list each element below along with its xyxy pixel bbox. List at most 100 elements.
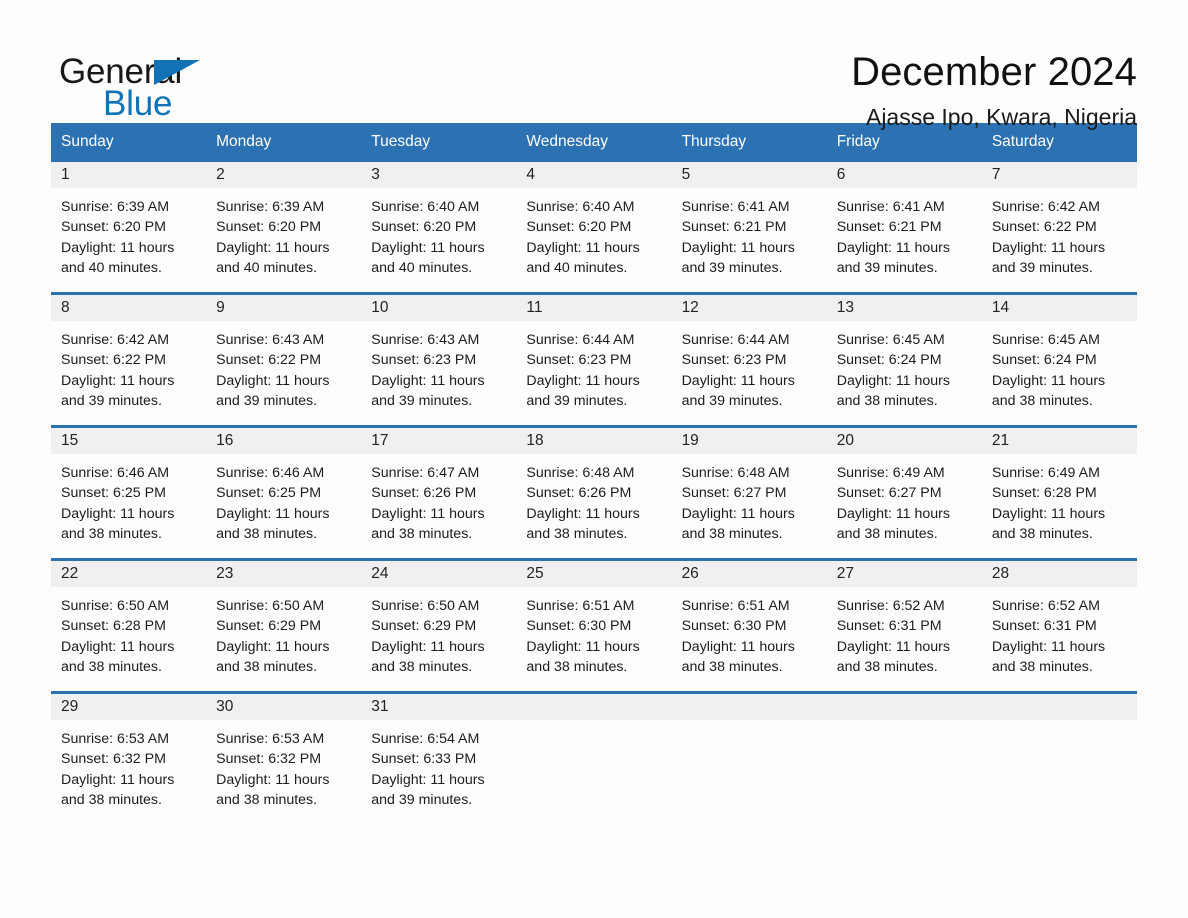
sunrise-text: Sunrise: 6:39 AM bbox=[216, 199, 325, 215]
day-number bbox=[516, 694, 672, 720]
day-details: Sunrise: 6:44 AM Sunset: 6:23 PM Dayligh… bbox=[516, 321, 671, 425]
day-cell[interactable]: 4 Sunrise: 6:40 AM Sunset: 6:20 PM Dayli… bbox=[516, 162, 672, 294]
day-details: Sunrise: 6:43 AM Sunset: 6:23 PM Dayligh… bbox=[361, 321, 516, 425]
day-cell[interactable]: 3 Sunrise: 6:40 AM Sunset: 6:20 PM Dayli… bbox=[361, 162, 517, 294]
day-details: Sunrise: 6:46 AM Sunset: 6:25 PM Dayligh… bbox=[51, 454, 206, 558]
sunrise-text: Sunrise: 6:48 AM bbox=[526, 465, 635, 481]
daylight-text-line1: Daylight: 11 hours bbox=[216, 771, 330, 788]
daylight-text-line2: and 38 minutes. bbox=[681, 658, 783, 675]
day-details: Sunrise: 6:39 AM Sunset: 6:20 PM Dayligh… bbox=[206, 188, 361, 292]
day-cell[interactable]: 22 Sunrise: 6:50 AM Sunset: 6:28 PM Dayl… bbox=[51, 558, 207, 693]
day-cell[interactable]: 12 Sunrise: 6:44 AM Sunset: 6:23 PM Dayl… bbox=[671, 292, 827, 427]
daylight-text-line1: Daylight: 11 hours bbox=[681, 239, 795, 256]
day-details: Sunrise: 6:53 AM Sunset: 6:32 PM Dayligh… bbox=[51, 720, 206, 824]
day-number: 31 bbox=[361, 694, 517, 720]
day-number: 11 bbox=[516, 295, 672, 321]
day-cell[interactable]: 25 Sunrise: 6:51 AM Sunset: 6:30 PM Dayl… bbox=[516, 558, 672, 693]
week-row: 22 Sunrise: 6:50 AM Sunset: 6:28 PM Dayl… bbox=[51, 558, 1137, 693]
daylight-text-line1: Daylight: 11 hours bbox=[526, 638, 640, 655]
day-details: Sunrise: 6:54 AM Sunset: 6:33 PM Dayligh… bbox=[361, 720, 516, 824]
day-cell[interactable]: 13 Sunrise: 6:45 AM Sunset: 6:24 PM Dayl… bbox=[826, 292, 982, 427]
daylight-text-line1: Daylight: 11 hours bbox=[216, 505, 330, 522]
week-row: 1 Sunrise: 6:39 AM Sunset: 6:20 PM Dayli… bbox=[51, 162, 1137, 294]
day-number: 26 bbox=[671, 561, 827, 587]
sunrise-text: Sunrise: 6:42 AM bbox=[991, 199, 1100, 215]
day-cell-empty bbox=[671, 691, 827, 824]
day-cell[interactable]: 23 Sunrise: 6:50 AM Sunset: 6:29 PM Dayl… bbox=[206, 558, 362, 693]
daylight-text-line1: Daylight: 11 hours bbox=[61, 372, 175, 389]
sunrise-text: Sunrise: 6:40 AM bbox=[526, 199, 635, 215]
day-cell[interactable]: 6 Sunrise: 6:41 AM Sunset: 6:21 PM Dayli… bbox=[826, 162, 982, 294]
day-cell[interactable]: 16 Sunrise: 6:46 AM Sunset: 6:25 PM Dayl… bbox=[206, 425, 362, 560]
day-cell[interactable]: 20 Sunrise: 6:49 AM Sunset: 6:27 PM Dayl… bbox=[826, 425, 982, 560]
day-details: Sunrise: 6:50 AM Sunset: 6:29 PM Dayligh… bbox=[361, 587, 516, 691]
weekday-header-monday: Monday bbox=[206, 123, 362, 162]
day-cell[interactable]: 19 Sunrise: 6:48 AM Sunset: 6:27 PM Dayl… bbox=[671, 425, 827, 560]
day-number: 3 bbox=[361, 162, 517, 188]
day-details: Sunrise: 6:47 AM Sunset: 6:26 PM Dayligh… bbox=[361, 454, 516, 558]
day-cell[interactable]: 26 Sunrise: 6:51 AM Sunset: 6:30 PM Dayl… bbox=[671, 558, 827, 693]
day-cell[interactable]: 10 Sunrise: 6:43 AM Sunset: 6:23 PM Dayl… bbox=[361, 292, 517, 427]
day-cell[interactable]: 9 Sunrise: 6:43 AM Sunset: 6:22 PM Dayli… bbox=[206, 292, 362, 427]
day-cell[interactable]: 1 Sunrise: 6:39 AM Sunset: 6:20 PM Dayli… bbox=[51, 162, 207, 294]
day-number: 28 bbox=[981, 561, 1137, 587]
daylight-text-line2: and 38 minutes. bbox=[991, 658, 1093, 675]
title-block: December 2024 Ajasse Ipo, Kwara, Nigeria bbox=[851, 48, 1137, 130]
day-cell[interactable]: 31 Sunrise: 6:54 AM Sunset: 6:33 PM Dayl… bbox=[361, 691, 517, 824]
day-cell[interactable]: 7 Sunrise: 6:42 AM Sunset: 6:22 PM Dayli… bbox=[981, 162, 1137, 294]
daylight-text-line2: and 39 minutes. bbox=[681, 259, 783, 276]
day-cell[interactable]: 27 Sunrise: 6:52 AM Sunset: 6:31 PM Dayl… bbox=[826, 558, 982, 693]
day-details: Sunrise: 6:51 AM Sunset: 6:30 PM Dayligh… bbox=[516, 587, 671, 691]
day-cell[interactable]: 17 Sunrise: 6:47 AM Sunset: 6:26 PM Dayl… bbox=[361, 425, 517, 560]
daylight-text-line2: and 39 minutes. bbox=[216, 392, 318, 409]
logo-text-blue: Blue bbox=[103, 84, 173, 123]
daylight-text-line1: Daylight: 11 hours bbox=[526, 372, 640, 389]
day-cell[interactable]: 15 Sunrise: 6:46 AM Sunset: 6:25 PM Dayl… bbox=[51, 425, 207, 560]
day-number: 10 bbox=[361, 295, 517, 321]
daylight-text-line2: and 38 minutes. bbox=[61, 658, 162, 675]
day-number: 7 bbox=[981, 162, 1137, 188]
day-cell[interactable]: 5 Sunrise: 6:41 AM Sunset: 6:21 PM Dayli… bbox=[671, 162, 827, 294]
day-cell[interactable]: 29 Sunrise: 6:53 AM Sunset: 6:32 PM Dayl… bbox=[51, 691, 207, 824]
week-row: 15 Sunrise: 6:46 AM Sunset: 6:25 PM Dayl… bbox=[51, 425, 1137, 560]
daylight-text-line2: and 38 minutes. bbox=[681, 525, 783, 542]
day-cell[interactable]: 11 Sunrise: 6:44 AM Sunset: 6:23 PM Dayl… bbox=[516, 292, 672, 427]
weekday-header-tuesday: Tuesday bbox=[361, 123, 517, 162]
sunrise-text: Sunrise: 6:53 AM bbox=[216, 731, 325, 747]
sunset-text: Sunset: 6:30 PM bbox=[526, 618, 632, 635]
sunrise-text: Sunrise: 6:41 AM bbox=[836, 199, 945, 215]
sunrise-text: Sunrise: 6:46 AM bbox=[61, 465, 170, 481]
page-title: December 2024 bbox=[851, 50, 1137, 94]
day-cell-empty bbox=[516, 691, 672, 824]
calendar-table: Sunday Monday Tuesday Wednesday Thursday… bbox=[51, 123, 1137, 824]
day-details bbox=[672, 720, 827, 824]
daylight-text-line2: and 39 minutes. bbox=[681, 392, 783, 409]
daylight-text-line2: and 38 minutes. bbox=[371, 525, 473, 542]
sunset-text: Sunset: 6:30 PM bbox=[681, 618, 787, 635]
day-cell[interactable]: 18 Sunrise: 6:48 AM Sunset: 6:26 PM Dayl… bbox=[516, 425, 672, 560]
day-cell[interactable]: 14 Sunrise: 6:45 AM Sunset: 6:24 PM Dayl… bbox=[981, 292, 1137, 427]
daylight-text-line1: Daylight: 11 hours bbox=[991, 239, 1106, 256]
daylight-text-line2: and 40 minutes. bbox=[216, 259, 318, 276]
day-details: Sunrise: 6:45 AM Sunset: 6:24 PM Dayligh… bbox=[982, 321, 1137, 425]
week-row: 29 Sunrise: 6:53 AM Sunset: 6:32 PM Dayl… bbox=[51, 691, 1137, 824]
day-cell[interactable]: 24 Sunrise: 6:50 AM Sunset: 6:29 PM Dayl… bbox=[361, 558, 517, 693]
day-details: Sunrise: 6:41 AM Sunset: 6:21 PM Dayligh… bbox=[672, 188, 827, 292]
day-number: 2 bbox=[206, 162, 362, 188]
daylight-text-line2: and 39 minutes. bbox=[526, 392, 628, 409]
sunset-text: Sunset: 6:21 PM bbox=[836, 219, 942, 236]
day-number: 6 bbox=[826, 162, 982, 188]
day-details: Sunrise: 6:42 AM Sunset: 6:22 PM Dayligh… bbox=[982, 188, 1137, 292]
sunset-text: Sunset: 6:23 PM bbox=[681, 352, 787, 369]
sunset-text: Sunset: 6:26 PM bbox=[371, 485, 477, 502]
day-number: 17 bbox=[361, 428, 517, 454]
day-details: Sunrise: 6:53 AM Sunset: 6:32 PM Dayligh… bbox=[206, 720, 361, 824]
day-cell[interactable]: 21 Sunrise: 6:49 AM Sunset: 6:28 PM Dayl… bbox=[981, 425, 1137, 560]
day-cell[interactable]: 8 Sunrise: 6:42 AM Sunset: 6:22 PM Dayli… bbox=[51, 292, 207, 427]
day-cell[interactable]: 28 Sunrise: 6:52 AM Sunset: 6:31 PM Dayl… bbox=[981, 558, 1137, 693]
day-cell[interactable]: 30 Sunrise: 6:53 AM Sunset: 6:32 PM Dayl… bbox=[206, 691, 362, 824]
sunset-text: Sunset: 6:27 PM bbox=[681, 485, 787, 502]
day-cell[interactable]: 2 Sunrise: 6:39 AM Sunset: 6:20 PM Dayli… bbox=[206, 162, 362, 294]
sunset-text: Sunset: 6:24 PM bbox=[991, 352, 1097, 369]
day-details: Sunrise: 6:48 AM Sunset: 6:27 PM Dayligh… bbox=[672, 454, 827, 558]
